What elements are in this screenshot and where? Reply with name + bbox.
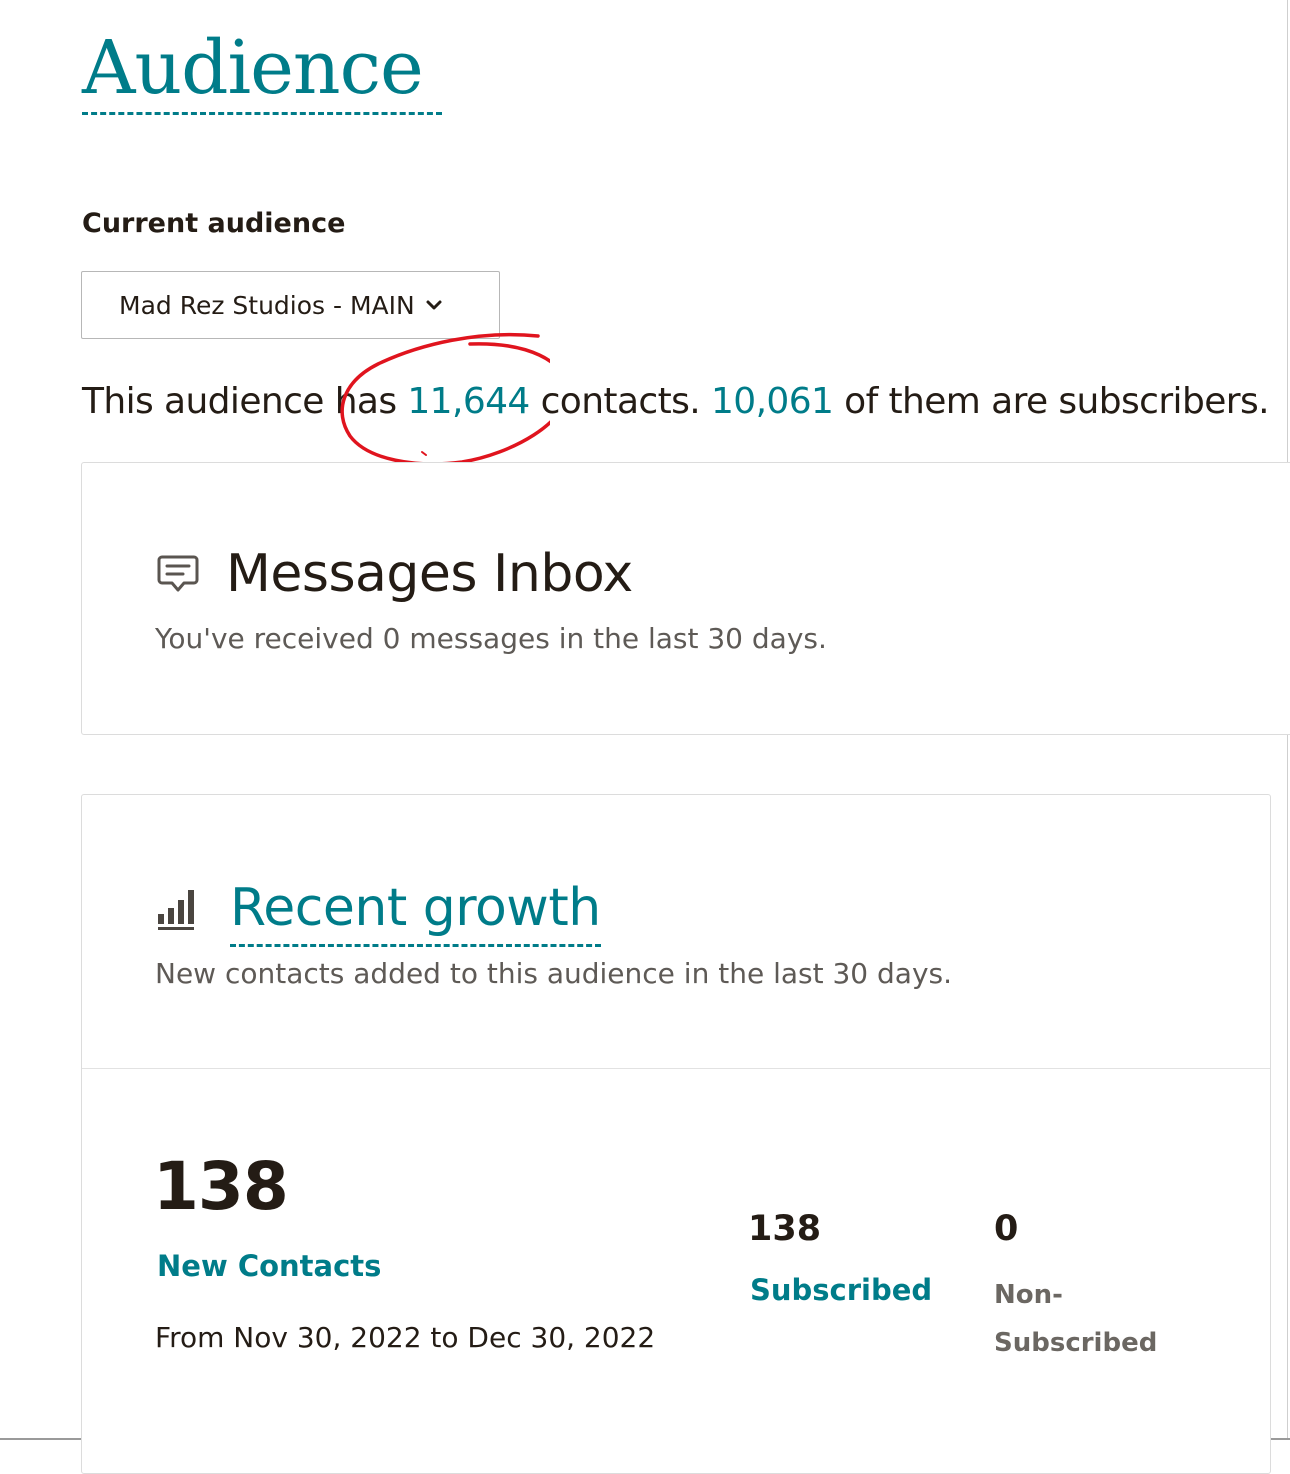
- messages-inbox-header: Messages Inbox: [156, 541, 633, 607]
- non-subscribed-label-line2: Subscribed: [994, 1328, 1158, 1358]
- recent-growth-title-wrap[interactable]: Recent growth: [230, 875, 601, 947]
- current-audience-label: Current audience: [82, 208, 346, 239]
- bar-chart-icon: [158, 890, 194, 930]
- summary-suffix: of them are subscribers.: [833, 381, 1269, 422]
- recent-growth-description: New contacts added to this audience in t…: [155, 957, 953, 990]
- audience-summary: This audience has 11,644 contacts. 10,06…: [82, 376, 1270, 428]
- page-title[interactable]: Audience: [82, 20, 424, 116]
- recent-growth-title[interactable]: Recent growth: [230, 875, 601, 941]
- red-circle-annotation: [340, 332, 550, 466]
- subscribed-link[interactable]: Subscribed: [750, 1273, 932, 1307]
- recent-growth-header: Recent growth: [156, 875, 601, 947]
- subscribers-count[interactable]: 10,061: [711, 381, 834, 422]
- new-contacts-link[interactable]: New Contacts: [157, 1249, 381, 1283]
- messages-inbox-card: Messages Inbox You've received 0 message…: [81, 462, 1290, 735]
- chevron-down-icon: [426, 300, 442, 310]
- messages-inbox-title: Messages Inbox: [226, 544, 633, 604]
- non-subscribed-count: 0: [994, 1209, 1019, 1249]
- summary-middle: contacts.: [529, 381, 711, 422]
- subscribed-count: 138: [748, 1209, 822, 1249]
- page-title-underline: [82, 112, 442, 115]
- recent-growth-card: Recent growth New contacts added to this…: [81, 794, 1271, 1474]
- new-contacts-count: 138: [153, 1148, 289, 1225]
- message-icon: [157, 555, 199, 592]
- audience-select-value: Mad Rez Studios - MAIN: [119, 290, 415, 320]
- non-subscribed-label-line1: Non-: [994, 1280, 1063, 1310]
- non-subscribed-label: Non- Subscribed: [994, 1271, 1194, 1367]
- recent-growth-underline: [230, 944, 601, 947]
- card-divider: [82, 1068, 1270, 1069]
- messages-inbox-description: You've received 0 messages in the last 3…: [155, 622, 827, 655]
- date-range: From Nov 30, 2022 to Dec 30, 2022: [155, 1321, 656, 1354]
